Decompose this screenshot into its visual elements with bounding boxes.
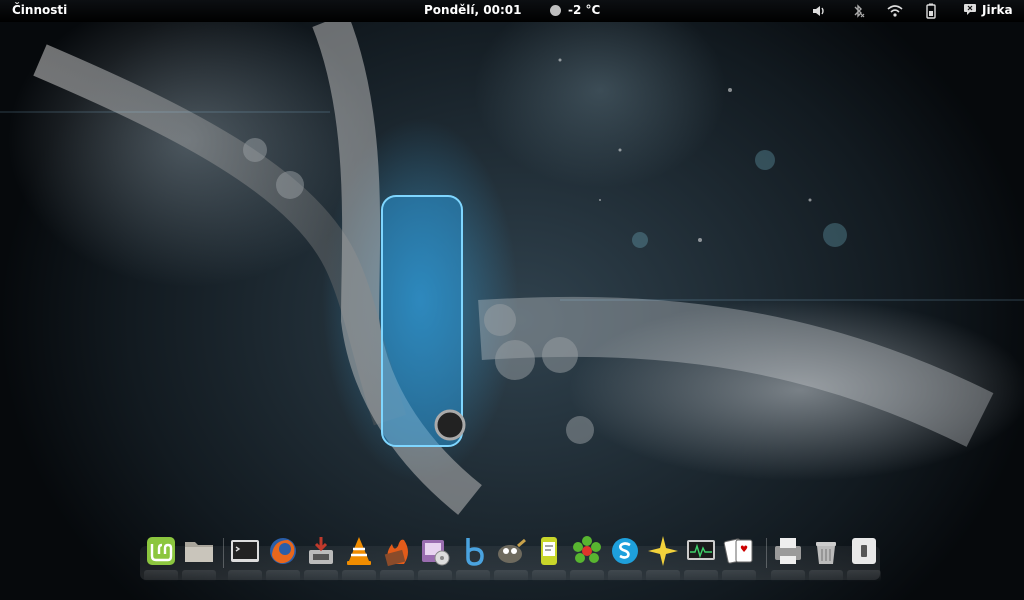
- weather-moon-icon[interactable]: [550, 5, 561, 16]
- wifi-icon[interactable]: [886, 2, 904, 20]
- svg-text:♥: ♥: [740, 545, 748, 555]
- user-status-icon[interactable]: [964, 4, 976, 15]
- icq-flower-icon[interactable]: [570, 534, 604, 568]
- printer-icon[interactable]: [771, 534, 805, 568]
- switch-icon[interactable]: [847, 534, 881, 568]
- film-fire-icon[interactable]: [380, 534, 414, 568]
- user-menu[interactable]: Jirka: [982, 3, 1013, 17]
- terminal-icon[interactable]: [228, 534, 262, 568]
- activities-button[interactable]: Činnosti: [12, 3, 67, 17]
- mint-logo-icon[interactable]: [144, 534, 178, 568]
- volume-icon[interactable]: [810, 2, 828, 20]
- trash-icon[interactable]: [809, 534, 843, 568]
- skype-icon[interactable]: [608, 534, 642, 568]
- top-panel: Činnosti Pondělí, 00:01 -2 °C Jirka: [0, 0, 1024, 22]
- chat-phone-icon[interactable]: [532, 534, 566, 568]
- clock-menu[interactable]: Pondělí, 00:01: [424, 3, 521, 17]
- desktop-wallpaper: [0, 12, 1024, 515]
- install-icon[interactable]: [304, 534, 338, 568]
- bluetooth-icon[interactable]: [849, 2, 867, 20]
- gimp-icon[interactable]: [494, 534, 528, 568]
- photo-disc-icon[interactable]: [418, 534, 452, 568]
- dock: ♥: [130, 528, 890, 582]
- battery-icon[interactable]: [922, 2, 940, 20]
- firefox-icon[interactable]: [266, 534, 300, 568]
- b-swirl-icon[interactable]: [456, 534, 490, 568]
- cards-icon[interactable]: ♥: [722, 534, 756, 568]
- folder-icon[interactable]: [182, 534, 216, 568]
- vlc-cone-icon[interactable]: [342, 534, 376, 568]
- monitor-graph-icon[interactable]: [684, 534, 718, 568]
- star-icon[interactable]: [646, 534, 680, 568]
- weather-temperature[interactable]: -2 °C: [568, 3, 600, 17]
